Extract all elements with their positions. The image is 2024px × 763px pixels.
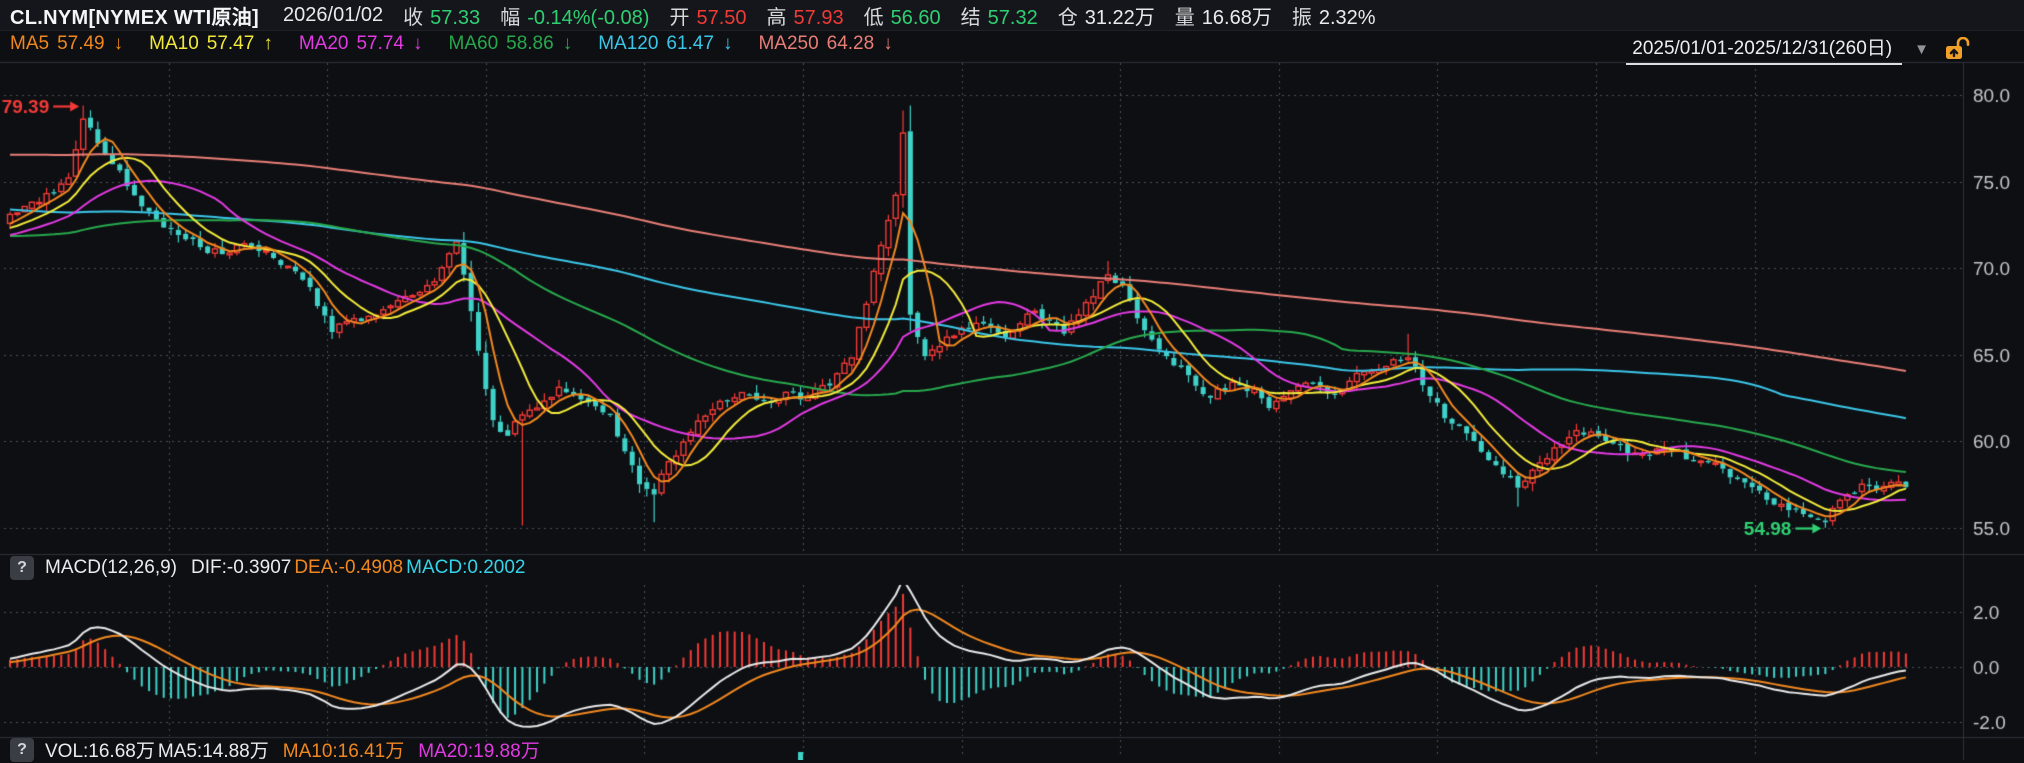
macd-hist-value: MACD:0.2002 bbox=[406, 557, 525, 579]
ma120-legend: MA12061.47↓ bbox=[598, 33, 732, 55]
ma10-legend: MA1057.47↑ bbox=[149, 33, 273, 55]
field-open-interest: 仓31.22万 bbox=[1058, 1, 1155, 30]
date-range-control[interactable]: 2025/01/01-2025/12/31(260日) ▼ bbox=[1626, 33, 1972, 65]
vol-ma10-value: MA10:16.41万 bbox=[283, 736, 404, 763]
vol-ma5-value: MA5:14.88万 bbox=[158, 736, 269, 763]
field-close: 收57.33 bbox=[403, 1, 480, 30]
macd-header: ? MACD(12,26,9) DIF:-0.3907 DEA:-0.4908 … bbox=[10, 556, 525, 580]
date-range-button[interactable]: 2025/01/01-2025/12/31(260日) bbox=[1626, 33, 1902, 65]
ma5-legend: MA557.49↓ bbox=[10, 33, 123, 55]
macd-dea-value: DEA:-0.4908 bbox=[294, 557, 403, 579]
vol-value: VOL:16.68万 bbox=[45, 736, 155, 763]
macd-title: MACD(12,26,9) bbox=[45, 557, 177, 579]
field-settle: 结57.32 bbox=[961, 1, 1038, 30]
quote-date: 2026/01/02 bbox=[283, 4, 383, 27]
field-change: 幅-0.14%(-0.08) bbox=[500, 1, 649, 30]
chevron-down-icon[interactable]: ▼ bbox=[1914, 41, 1929, 58]
field-open: 开57.50 bbox=[669, 1, 746, 30]
ma60-legend: MA6058.86↓ bbox=[449, 33, 573, 55]
field-volume: 量16.68万 bbox=[1175, 1, 1272, 30]
quote-header-bar: CL.NYM[NYMEX WTI原油] 2026/01/02 收57.33 幅-… bbox=[0, 0, 2024, 31]
vol-ma20-value: MA20:19.88万 bbox=[418, 736, 539, 763]
field-high: 高57.93 bbox=[767, 1, 844, 30]
unlock-icon[interactable] bbox=[1945, 37, 1972, 61]
field-low: 低56.60 bbox=[864, 1, 941, 30]
macd-help-icon[interactable]: ? bbox=[10, 556, 34, 580]
ma250-legend: MA25064.28↓ bbox=[758, 33, 892, 55]
volume-header: ? VOL:16.68万 MA5:14.88万 MA10:16.41万 MA20… bbox=[10, 736, 540, 763]
trading-app: { "palette":{"bg":"#0d0f13","panel_line"… bbox=[0, 0, 2024, 760]
kline-chart-canvas[interactable] bbox=[0, 0, 2024, 760]
vol-help-icon[interactable]: ? bbox=[10, 738, 34, 762]
symbol-title: CL.NYM[NYMEX WTI原油] bbox=[10, 1, 259, 30]
ma-legend-bar: MA557.49↓ MA1057.47↑ MA2057.74↓ MA6058.8… bbox=[10, 33, 919, 55]
macd-dif-value: DIF:-0.3907 bbox=[191, 557, 291, 579]
ma20-legend: MA2057.74↓ bbox=[299, 33, 423, 55]
field-amplitude: 振2.32% bbox=[1292, 1, 1376, 30]
